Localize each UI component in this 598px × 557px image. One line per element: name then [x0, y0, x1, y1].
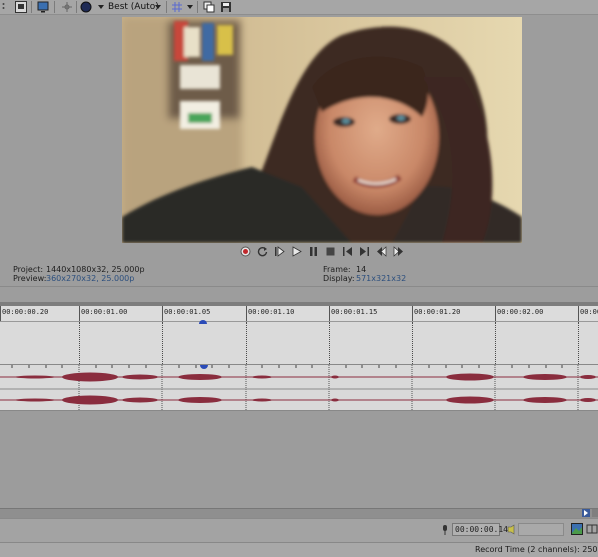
toolbar-separator: [54, 1, 55, 13]
ruler-tick: [79, 306, 80, 321]
grid-line: [412, 322, 413, 364]
stop-icon[interactable]: [325, 246, 336, 257]
toolbar-grip-icon: [1, 1, 6, 13]
split-screen-icon[interactable]: [61, 1, 73, 13]
ruler-tick: [0, 306, 1, 321]
ruler-tick: [329, 306, 330, 321]
ruler-label: 00:00:0: [580, 308, 598, 316]
video-preview-frame: [122, 17, 522, 243]
ruler-label: 00:00:00.20: [2, 308, 49, 316]
ruler-tick: [412, 306, 413, 321]
go-to-end-icon[interactable]: [393, 246, 404, 257]
timeline-empty-area[interactable]: [0, 410, 598, 509]
ruler-label: 00:00:01.10: [248, 308, 295, 316]
toolbar-separator: [76, 1, 77, 13]
toolbar-separator: [197, 1, 198, 13]
grid-line: [495, 322, 496, 364]
video-track[interactable]: [0, 322, 598, 364]
copy-snapshot-icon[interactable]: [203, 1, 215, 13]
timeline-ruler[interactable]: 00:00:00.20 00:00:01.00 00:00:01.05 00:0…: [0, 306, 598, 322]
scroll-right-icon[interactable]: [582, 509, 590, 517]
quality-dropdown-caret-icon[interactable]: [98, 5, 104, 9]
record-icon[interactable]: [240, 246, 251, 257]
record-time-status: Record Time (2 channels): 250:01:5: [475, 545, 598, 554]
grid-icon[interactable]: [171, 1, 183, 13]
ruler-label: 00:00:01.15: [331, 308, 378, 316]
grid-line: [246, 322, 247, 364]
grid-line: [578, 322, 579, 364]
grid-line: [329, 322, 330, 364]
quality-dropdown-chevron-icon[interactable]: [155, 5, 161, 9]
status-bar: Record Time (2 channels): 250:01:5: [0, 542, 598, 557]
preview-label: Preview:: [13, 274, 47, 283]
save-snapshot-icon[interactable]: [220, 1, 232, 13]
ruler-label: 00:00:01.00: [81, 308, 128, 316]
pause-icon[interactable]: [308, 246, 319, 257]
level-field[interactable]: [518, 523, 564, 536]
audio-waveform: [0, 365, 598, 411]
ruler-tick: [246, 306, 247, 321]
ruler-tick: [578, 306, 579, 321]
overlay-icon[interactable]: [80, 1, 92, 13]
audio-track[interactable]: [0, 364, 598, 411]
quality-select[interactable]: Best (Auto): [108, 1, 159, 13]
ruler-tick: [495, 306, 496, 321]
preview-toolbar: Best (Auto): [0, 0, 598, 15]
play-icon[interactable]: [291, 246, 302, 257]
preview-status: Project: 1440x1080x32, 25.000p Preview: …: [0, 262, 598, 284]
scroll-end-icon[interactable]: [592, 509, 598, 517]
monitor-icon[interactable]: [37, 1, 49, 13]
loop-icon[interactable]: [257, 246, 268, 257]
grid-line: [79, 322, 80, 364]
toolbar-separator: [166, 1, 167, 13]
grid-snap-icon[interactable]: [586, 523, 598, 535]
display-value: 571x321x32: [356, 274, 407, 283]
previous-frame-icon[interactable]: [342, 246, 353, 257]
toolbar-separator: [31, 1, 32, 13]
next-frame-icon[interactable]: [359, 246, 370, 257]
ruler-tick: [162, 306, 163, 321]
cursor-marker-top[interactable]: [199, 320, 207, 324]
display-label: Display:: [323, 274, 355, 283]
grid-line: [162, 322, 163, 364]
microphone-icon[interactable]: [441, 524, 449, 536]
snapping-icon[interactable]: [571, 523, 583, 535]
cursor-timecode-field[interactable]: 00:00:00.14: [452, 523, 508, 536]
timeline-bottom-bar: 00:00:00.14: [0, 518, 598, 543]
ruler-label: 00:00:02.00: [497, 308, 544, 316]
preview-window-icon[interactable]: [15, 1, 27, 13]
go-to-start-icon[interactable]: [376, 246, 387, 257]
speaker-icon[interactable]: [507, 524, 517, 535]
preview-value: 360x270x32, 25.000p: [46, 274, 135, 283]
grid-dropdown-chevron-icon[interactable]: [187, 5, 193, 9]
ruler-label: 00:00:01.05: [164, 308, 211, 316]
play-from-start-icon[interactable]: [274, 246, 285, 257]
ruler-label: 00:00:01.20: [414, 308, 461, 316]
